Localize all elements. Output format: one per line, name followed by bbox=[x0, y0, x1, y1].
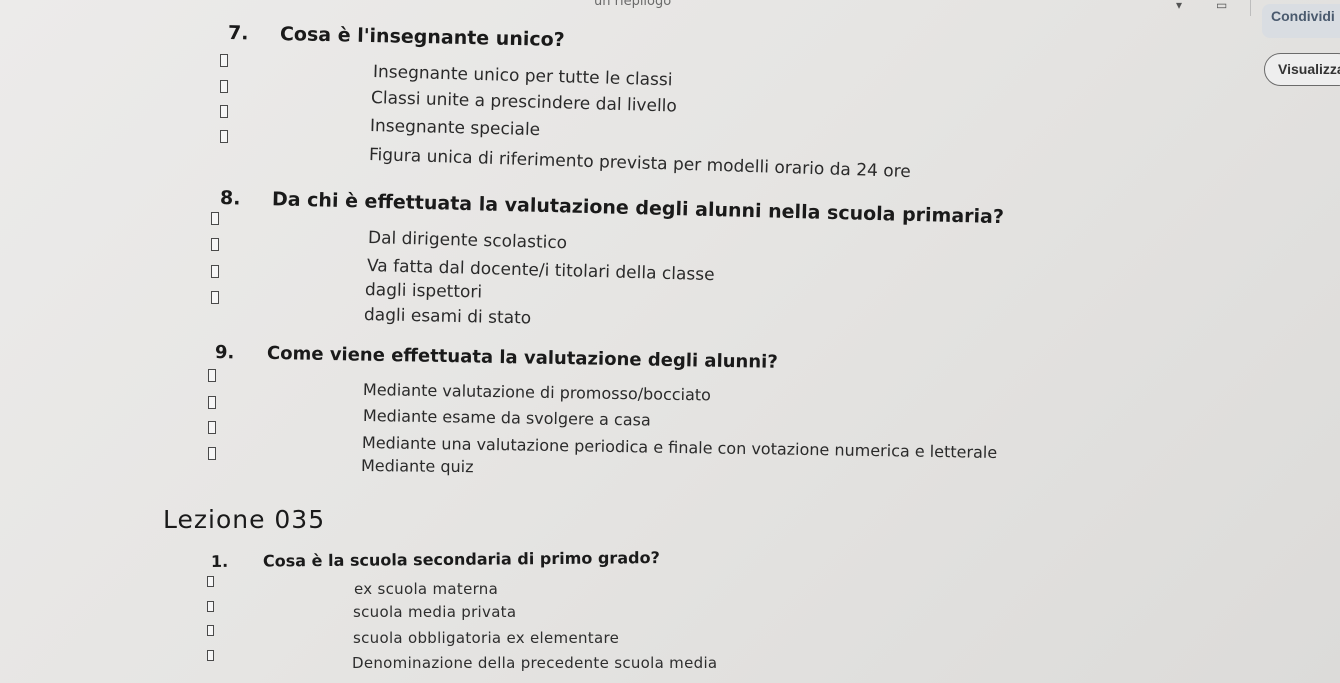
comment-icon[interactable]: ▾ bbox=[1176, 0, 1192, 11]
question-number: 8. bbox=[219, 187, 241, 210]
option-text: Figura unica di riferimento prevista per… bbox=[368, 145, 912, 183]
option-checkbox[interactable] bbox=[220, 130, 228, 143]
question-number: 1. bbox=[210, 551, 229, 571]
lesson-heading: Lezione 035 bbox=[163, 505, 326, 534]
option-checkbox[interactable] bbox=[211, 291, 219, 304]
question-number: 9. bbox=[214, 342, 235, 364]
option-text: scuola obbligatoria ex elementare bbox=[353, 629, 620, 647]
option-text: Insegnante speciale bbox=[369, 116, 541, 141]
option-checkbox[interactable] bbox=[207, 650, 214, 661]
option-text: Dal dirigente scolastico bbox=[367, 228, 568, 254]
option-text: scuola media privata bbox=[353, 603, 517, 621]
option-checkbox[interactable] bbox=[208, 447, 216, 460]
toolbar-divider bbox=[1250, 0, 1251, 16]
option-checkbox[interactable] bbox=[207, 625, 214, 636]
question-text: Cosa è l'insegnante unico? bbox=[279, 23, 565, 52]
question-8-title: 8. Da chi è effettuata la valutazione deg… bbox=[220, 187, 1004, 228]
question-text: Cosa è la scuola secondaria di primo gra… bbox=[262, 548, 660, 571]
option-checkbox[interactable] bbox=[208, 369, 216, 382]
option-text: Insegnante unico per tutte le classi bbox=[372, 62, 673, 91]
option-text: Denominazione della precedente scuola me… bbox=[352, 654, 718, 672]
option-text: Mediante valutazione di promosso/bocciat… bbox=[362, 380, 712, 405]
option-text: Mediante esame da svolgere a casa bbox=[362, 406, 651, 430]
question-text: Da chi è effettuata la valutazione degli… bbox=[271, 188, 1005, 229]
question-7-title: 7. Cosa è l'insegnante unico? bbox=[228, 22, 565, 51]
option-text: Mediante quiz bbox=[360, 456, 474, 477]
option-checkbox[interactable] bbox=[211, 212, 219, 225]
option-checkbox[interactable] bbox=[220, 105, 228, 118]
present-icon[interactable]: ▭ bbox=[1216, 0, 1232, 11]
option-checkbox[interactable] bbox=[207, 576, 214, 587]
option-text: ex scuola materna bbox=[354, 580, 499, 598]
document-title: un riepilogo bbox=[594, 0, 672, 9]
document-page: un riepilogo ▾ ▭ Condividi Visualizza 7.… bbox=[0, 0, 1340, 683]
share-button[interactable]: Condividi bbox=[1262, 4, 1340, 38]
option-checkbox[interactable] bbox=[220, 80, 228, 93]
question-number: 7. bbox=[227, 22, 249, 45]
option-checkbox[interactable] bbox=[211, 238, 219, 251]
lesson-question-title: 1. Cosa è la scuola secondaria di primo g… bbox=[211, 548, 660, 571]
question-9-title: 9. Come viene effettuata la valutazione d… bbox=[215, 342, 778, 373]
option-text: dagli esami di stato bbox=[363, 305, 532, 329]
option-checkbox[interactable] bbox=[208, 396, 216, 409]
question-text: Come viene effettuata la valutazione deg… bbox=[266, 342, 778, 373]
option-checkbox[interactable] bbox=[220, 54, 228, 67]
view-mode-button[interactable]: Visualizza bbox=[1264, 53, 1340, 86]
option-text: Classi unite a prescindere dal livello bbox=[370, 88, 678, 117]
option-checkbox[interactable] bbox=[211, 265, 219, 278]
option-checkbox[interactable] bbox=[208, 421, 216, 434]
option-text: dagli ispettori bbox=[364, 280, 483, 303]
option-checkbox[interactable] bbox=[207, 601, 214, 612]
